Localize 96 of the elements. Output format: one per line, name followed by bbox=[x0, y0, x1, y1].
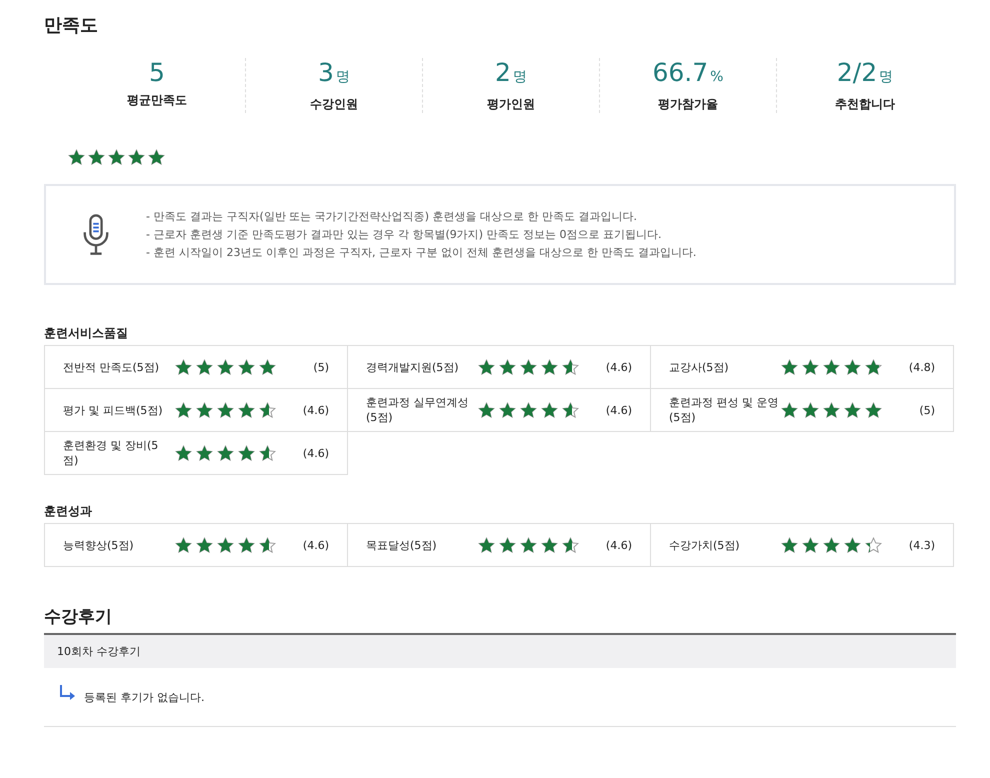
rating-label: 수강가치(5점) bbox=[669, 538, 741, 552]
stat-label: 평가참가율 bbox=[657, 96, 719, 113]
rating-score: (4.6) bbox=[302, 446, 329, 460]
star-icon bbox=[108, 149, 125, 166]
star-icon bbox=[823, 402, 840, 418]
star-icon bbox=[823, 358, 840, 376]
star-icon bbox=[781, 358, 798, 376]
star-icon bbox=[259, 444, 276, 462]
star-icon bbox=[562, 358, 579, 376]
stat-label: 추천합니다 bbox=[834, 96, 896, 113]
star-icon bbox=[196, 536, 213, 554]
star-icon bbox=[196, 444, 213, 462]
stat-value: 2 명 bbox=[495, 58, 527, 89]
star-icon bbox=[499, 358, 516, 376]
rating-score: (4.6) bbox=[302, 404, 329, 416]
star-icon bbox=[175, 536, 192, 554]
star-icon bbox=[478, 358, 495, 376]
review-header: 10회차 수강후기 bbox=[44, 633, 956, 668]
rating-label: 전반적 만족도(5점) bbox=[63, 360, 160, 374]
rating-score: (5) bbox=[919, 404, 935, 416]
rating-score: (4.6) bbox=[606, 404, 632, 416]
star-icon bbox=[217, 444, 234, 462]
star-icon bbox=[520, 358, 537, 376]
stat-value: 5 bbox=[149, 58, 165, 88]
rating-score: (5) bbox=[313, 360, 329, 374]
star-icon bbox=[238, 536, 255, 554]
star-icon bbox=[499, 402, 516, 418]
star-icon bbox=[562, 402, 579, 418]
star-icon bbox=[196, 402, 213, 418]
star-icon bbox=[128, 149, 145, 166]
star-icon bbox=[478, 536, 495, 554]
star-icon bbox=[802, 536, 819, 554]
star-icon bbox=[238, 402, 255, 418]
star-icon bbox=[217, 536, 234, 554]
star-icon bbox=[238, 358, 255, 376]
rating-score: (4.3) bbox=[908, 538, 935, 552]
star-icon bbox=[259, 358, 276, 376]
stat-value: 66.7% bbox=[652, 58, 724, 89]
star-icon bbox=[259, 402, 276, 418]
rating-label: 목표달성(5점) bbox=[366, 538, 438, 552]
rating-score: (4.6) bbox=[606, 360, 632, 374]
star-icon bbox=[865, 536, 882, 554]
star-icon bbox=[217, 402, 234, 418]
section-title: 만족도 bbox=[44, 14, 99, 38]
star-icon bbox=[88, 149, 105, 166]
rating-label: 능력향상(5점) bbox=[63, 538, 135, 552]
star-icon bbox=[802, 358, 819, 376]
empty-message: 등록된 후기가 없습니다. bbox=[84, 690, 204, 704]
star-icon bbox=[499, 536, 516, 554]
star-icon bbox=[196, 358, 213, 376]
star-icon bbox=[259, 536, 276, 554]
rating-label: 훈련과정 실무연계성(5점) bbox=[366, 395, 470, 425]
section-title: 수강후기 bbox=[44, 606, 113, 629]
stat-label: 평가인원 bbox=[486, 96, 536, 113]
stat-value: 3 명 bbox=[318, 58, 350, 89]
star-icon bbox=[175, 402, 192, 418]
star-icon bbox=[541, 402, 558, 418]
notice-text: - 만족도 결과는 구직자(일반 또는 국가기간전략산업직종) 훈련생을 대상으로 한 만족도 결과입니다. bbox=[146, 208, 638, 224]
rating-score: (4.8) bbox=[908, 360, 935, 374]
stat-label: 수강인원 bbox=[309, 96, 359, 113]
section-title: 훈련성과 bbox=[44, 503, 93, 520]
star-icon bbox=[478, 402, 495, 418]
stat-label: 평균만족도 bbox=[126, 92, 188, 109]
star-icon bbox=[175, 358, 192, 376]
star-icon bbox=[844, 536, 861, 554]
star-icon bbox=[238, 444, 255, 462]
star-icon bbox=[802, 402, 819, 418]
rating-label: 훈련환경 및 장비(5점) bbox=[63, 438, 160, 468]
star-icon bbox=[781, 536, 798, 554]
rating-label: 평가 및 피드백(5점) bbox=[63, 402, 164, 418]
star-icon bbox=[844, 358, 861, 376]
star-icon bbox=[520, 402, 537, 418]
star-icon bbox=[562, 536, 579, 554]
star-icon bbox=[175, 444, 192, 462]
rating-score: (4.6) bbox=[302, 538, 329, 552]
rating-label: 교강사(5점) bbox=[669, 360, 730, 374]
star-icon bbox=[541, 358, 558, 376]
star-icon bbox=[68, 149, 85, 166]
stat-value: 2/2 명 bbox=[836, 58, 894, 89]
star-icon bbox=[520, 536, 537, 554]
notice-text: - 근로자 훈련생 기준 만족도평가 결과만 있는 경우 각 항목별(9가지) 만족도 정보는 0점으로 표기됩니다. bbox=[146, 226, 663, 242]
rating-label: 경력개발지원(5점) bbox=[366, 360, 460, 374]
star-icon bbox=[844, 402, 861, 418]
rating-label: 훈련과정 편성 및 운영(5점) bbox=[669, 395, 779, 425]
star-icon bbox=[148, 149, 165, 166]
rating-score: (4.6) bbox=[606, 538, 632, 552]
star-icon bbox=[541, 536, 558, 554]
notice-text: - 훈련 시작일이 23년도 이후인 과정은 구직자, 근로자 구분 없이 전체 훈련생을 대상으로 한 만족도 결과입니다. bbox=[146, 244, 696, 260]
star-icon bbox=[781, 402, 798, 418]
section-title: 훈련서비스품질 bbox=[44, 325, 129, 342]
star-icon bbox=[865, 358, 882, 376]
star-icon bbox=[217, 358, 234, 376]
star-icon bbox=[823, 536, 840, 554]
star-icon bbox=[865, 402, 882, 418]
reply-arrow-icon bbox=[58, 684, 76, 702]
microphone-icon bbox=[82, 212, 110, 256]
